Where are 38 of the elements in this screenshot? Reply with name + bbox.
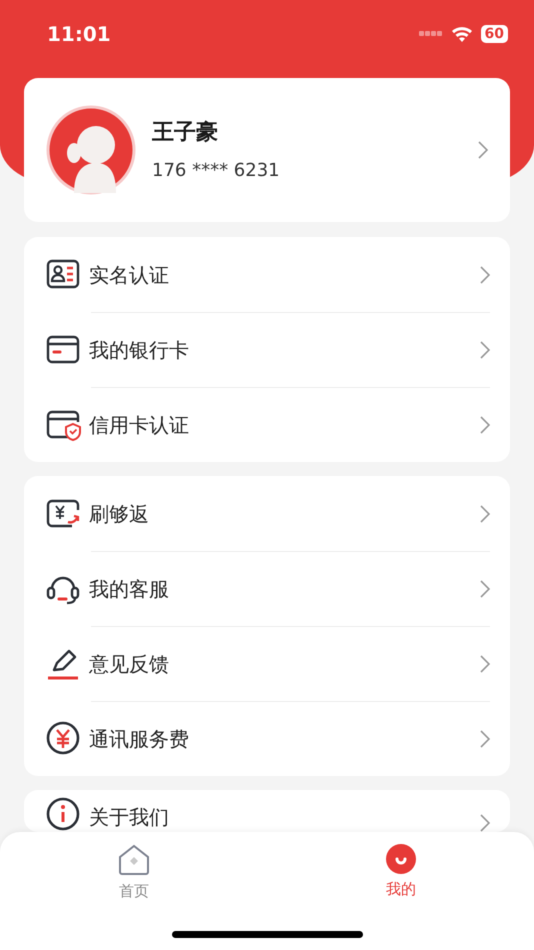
signal-icon	[418, 31, 443, 37]
menu-item[interactable]: 关于我们	[24, 790, 510, 832]
menu-item[interactable]: 信用卡认证	[24, 387, 510, 462]
chevron-icon	[480, 814, 490, 832]
menu-label: 关于我们	[89, 804, 170, 831]
chevron-icon	[480, 580, 490, 598]
chevron-icon	[480, 416, 490, 434]
menu-label: 意见反馈	[89, 650, 170, 678]
menu-item[interactable]: 实名认证	[24, 237, 510, 312]
menu-label: 通讯服务费	[89, 726, 190, 752]
chevron-icon	[478, 141, 488, 159]
menu-item[interactable]: 我的客服	[24, 551, 510, 626]
tab-button[interactable]: 首页	[98, 840, 170, 906]
wifi-icon	[450, 26, 473, 42]
menu-item[interactable]: 通讯服务费	[24, 701, 510, 776]
menu-label: 刷够返	[89, 500, 150, 528]
smile-icon	[386, 844, 416, 874]
chevron-icon	[480, 730, 490, 748]
menu-item[interactable]: 刷够返	[24, 476, 510, 551]
menu-label: 我的银行卡	[89, 336, 190, 364]
user-name: 王子豪	[152, 119, 219, 147]
profile-card[interactable]: 王子豪 176 **** 6231	[24, 78, 510, 222]
phone-number: 176 **** 6231	[152, 159, 281, 183]
info-icon	[46, 797, 81, 832]
status-time: 11:01	[47, 21, 111, 48]
chevron-icon	[480, 340, 490, 358]
chevron-icon	[480, 266, 490, 284]
yen-circle-icon	[46, 721, 81, 756]
menu-label: 实名认证	[89, 262, 170, 288]
chevron-icon	[480, 504, 490, 522]
menu-item[interactable]: 意见反馈	[24, 626, 510, 701]
battery-level: 60	[480, 25, 508, 43]
chevron-icon	[480, 654, 490, 672]
tab-button[interactable]: 我的	[366, 840, 436, 906]
menu-label: 我的客服	[89, 576, 170, 602]
menu-label: 信用卡认证	[89, 412, 190, 438]
menu-item[interactable]: 我的银行卡	[24, 312, 510, 387]
home-icon	[118, 844, 150, 876]
